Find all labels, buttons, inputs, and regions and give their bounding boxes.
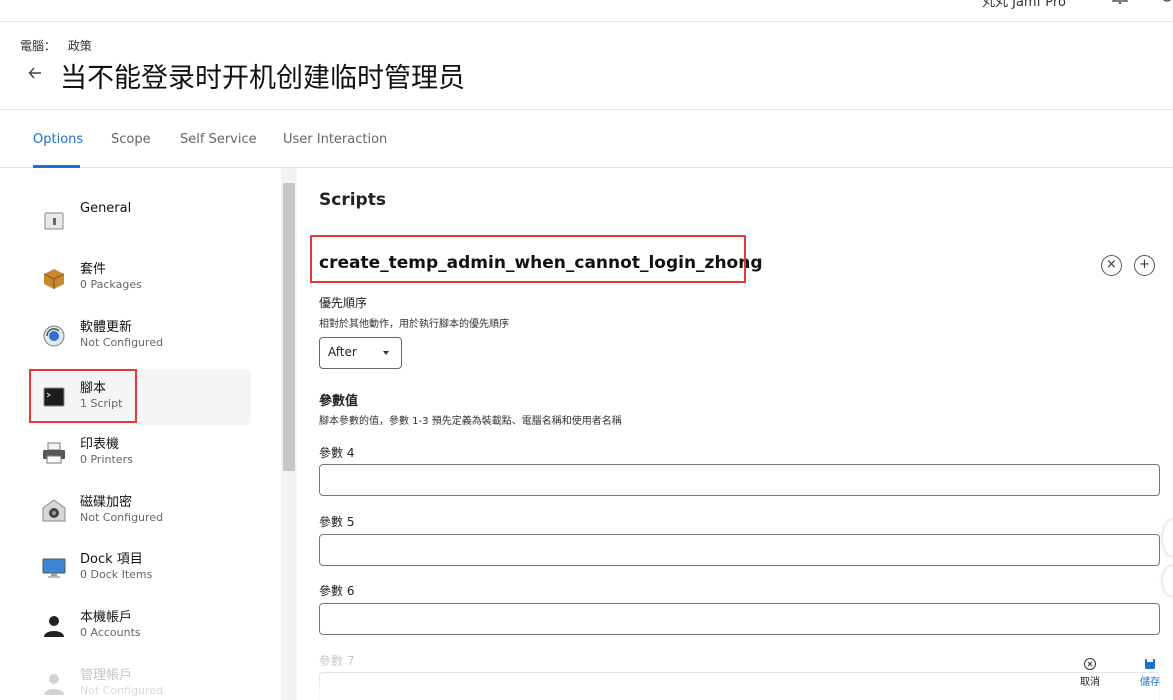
save-icon <box>1145 659 1155 669</box>
chevron-down-icon <box>383 351 389 355</box>
parameter-6-label: 參數 6 <box>319 584 355 598</box>
sidebar-item-label: 腳本 <box>80 381 107 396</box>
priority-select-value: After <box>328 345 357 359</box>
printer-icon <box>43 442 65 464</box>
sidebar-item-label: Dock 項目 <box>80 552 143 567</box>
parameter-7-input[interactable] <box>319 672 1160 700</box>
parameters-help: 腳本參數的值，參數 1-3 預先定義為裝載點、電腦名稱和使用者名稱 <box>319 416 622 427</box>
sidebar-item-label: 管理帳戶 <box>80 668 133 683</box>
tab-options[interactable]: Options <box>33 132 83 147</box>
terminal-icon <box>43 387 65 407</box>
sidebar-item-label: 軟體更新 <box>80 320 133 335</box>
parameter-4-label: 參數 4 <box>319 446 355 460</box>
sidebar-item-dock-items[interactable]: Dock 項目 0 Dock Items <box>30 540 251 596</box>
parameters-label: 參數值 <box>319 394 359 409</box>
sidebar-item-sub: Not Configured <box>80 511 164 524</box>
save-label: 儲存 <box>1140 677 1160 688</box>
sidebar-scrollbar-thumb[interactable] <box>283 183 295 471</box>
parameter-6-input[interactable] <box>319 603 1160 635</box>
script-name: create_temp_admin_when_cannot_login_zhon… <box>319 253 763 273</box>
sidebar-item-disk-encryption[interactable]: 磁碟加密 Not Configured <box>30 483 251 539</box>
top-bar: 丸丸 Jamf Pro <box>0 0 1173 22</box>
sidebar-item-sub: 0 Dock Items <box>80 568 153 581</box>
sidebar-item-sub: Not Configured <box>80 336 164 349</box>
cancel-button[interactable]: 取消 <box>1080 657 1100 688</box>
sidebar-item-label: 印表機 <box>80 437 120 452</box>
package-icon <box>43 269 65 289</box>
priority-help: 相對於其他動作，用於執行腳本的優先順序 <box>319 319 509 330</box>
sidebar-item-label: 本機帳戶 <box>80 610 133 625</box>
tab-bar: Options Scope Self Service User Interact… <box>0 110 1173 168</box>
sidebar-item-sub: 0 Printers <box>80 453 133 466</box>
sidebar-item-sub: 0 Packages <box>80 278 142 291</box>
parameter-5-label: 參數 5 <box>319 515 355 529</box>
sidebar-item-label: 套件 <box>80 262 107 277</box>
account-icon[interactable] <box>1160 0 1173 4</box>
sidebar-item-general[interactable]: General <box>30 193 251 249</box>
sidebar-item-sub: 1 Script <box>80 397 123 410</box>
account-icon <box>44 616 64 637</box>
page-title: 当不能登录时开机创建临时管理员 <box>60 63 465 94</box>
sidebar-item-packages[interactable]: 套件 0 Packages <box>30 250 251 306</box>
sidebar-item-label: General <box>80 201 132 216</box>
disk-encryption-icon <box>42 499 66 522</box>
notification-icon[interactable] <box>1112 0 1128 4</box>
tab-user-interaction[interactable]: User Interaction <box>283 132 387 147</box>
sidebar-item-printers[interactable]: 印表機 0 Printers <box>30 425 251 481</box>
breadcrumb-policies[interactable]: 政策 <box>68 39 92 53</box>
priority-select[interactable]: After <box>319 337 402 369</box>
parameter-4-input[interactable] <box>319 464 1160 496</box>
parameter-5-input[interactable] <box>319 534 1160 566</box>
tab-self-service[interactable]: Self Service <box>180 132 257 147</box>
cancel-label: 取消 <box>1080 677 1100 688</box>
save-button[interactable]: 儲存 <box>1140 657 1160 688</box>
sidebar: General 套件 0 Packages 軟體更新 Not Configure… <box>0 168 281 700</box>
sidebar-item-scripts[interactable]: 腳本 1 Script <box>30 369 251 425</box>
sidebar-item-label: 磁碟加密 <box>80 495 133 510</box>
tab-scope[interactable]: Scope <box>111 132 151 147</box>
section-title: Scripts <box>319 190 386 210</box>
sidebar-item-local-accounts[interactable]: 本機帳戶 0 Accounts <box>30 598 251 654</box>
user-name[interactable]: 丸丸 Jamf Pro <box>982 0 1066 10</box>
management-account-icon <box>44 674 64 695</box>
add-script-button[interactable]: + <box>1134 255 1155 276</box>
software-update-icon <box>43 325 65 347</box>
sidebar-item-software-update[interactable]: 軟體更新 Not Configured <box>30 308 251 364</box>
remove-script-button[interactable]: × <box>1101 255 1122 276</box>
breadcrumb: 電腦： 政策 <box>20 37 100 54</box>
parameter-7-label: 參數 7 <box>319 654 355 668</box>
sidebar-item-sub: 0 Accounts <box>80 626 141 639</box>
back-arrow-icon[interactable] <box>28 62 46 84</box>
sidebar-item-management-account[interactable]: 管理帳戶 Not Configured <box>30 656 251 700</box>
breadcrumb-computers[interactable]: 電腦： <box>20 39 56 53</box>
priority-label: 優先順序 <box>319 296 368 310</box>
sidebar-item-sub: Not Configured <box>80 684 164 697</box>
main-panel: Scripts create_temp_admin_when_cannot_lo… <box>297 168 1173 700</box>
dock-icon <box>42 558 66 578</box>
cancel-icon <box>1084 658 1096 670</box>
general-icon <box>44 212 64 230</box>
